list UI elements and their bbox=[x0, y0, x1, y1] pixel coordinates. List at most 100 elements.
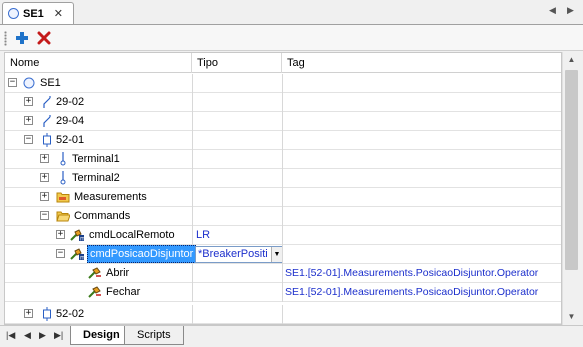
tree-row[interactable]: + Measurements bbox=[5, 188, 561, 207]
tipo-dropdown-value: *BreakerPositio bbox=[198, 248, 268, 260]
collapse-toggle[interactable]: − bbox=[24, 135, 33, 144]
tree-row[interactable]: + m cmdLocalRemoto LR bbox=[5, 226, 561, 245]
terminal-icon bbox=[56, 171, 70, 185]
tipo-cell[interactable] bbox=[192, 169, 282, 188]
previous-tab-icon[interactable]: ◀ bbox=[24, 330, 31, 341]
column-header-nome[interactable]: Nome bbox=[5, 53, 192, 73]
tag-cell[interactable] bbox=[282, 226, 561, 245]
row-name: cmdLocalRemoto bbox=[89, 229, 175, 241]
tag-cell[interactable] bbox=[282, 207, 561, 226]
row-name: Fechar bbox=[106, 286, 141, 298]
row-name: SE1 bbox=[40, 77, 61, 89]
name-cell: Abrir bbox=[5, 264, 192, 283]
plus-icon bbox=[16, 32, 28, 44]
tree-row-selected[interactable]: − m cmdPosicaoDisjuntor *BreakerPositio … bbox=[5, 245, 561, 264]
grid-header: Nome Tipo Tag bbox=[5, 53, 561, 73]
document-tab-strip: SE1 ✕ ◀ ▶ bbox=[0, 0, 583, 24]
tag-cell[interactable] bbox=[282, 169, 561, 188]
add-button[interactable] bbox=[12, 28, 32, 48]
tipo-cell[interactable] bbox=[192, 112, 282, 131]
expand-toggle[interactable]: + bbox=[24, 309, 33, 318]
breaker-icon bbox=[40, 133, 54, 147]
tab-scripts[interactable]: Scripts bbox=[124, 326, 184, 345]
tab-title: SE1 bbox=[23, 7, 44, 20]
scroll-up-icon[interactable]: ▲ bbox=[563, 52, 580, 68]
tree-row[interactable]: + 52-02 bbox=[5, 305, 561, 324]
terminal-icon bbox=[56, 152, 70, 166]
name-cell: − Commands bbox=[5, 207, 192, 226]
svg-text:m: m bbox=[80, 255, 84, 262]
expand-toggle[interactable]: + bbox=[40, 173, 49, 182]
column-header-tag[interactable]: Tag bbox=[282, 53, 561, 73]
close-tab-icon[interactable]: ✕ bbox=[54, 7, 63, 20]
first-tab-icon[interactable]: |◀ bbox=[6, 330, 15, 341]
tree-row[interactable]: + Terminal1 bbox=[5, 150, 561, 169]
scroll-tabs-right-icon[interactable]: ▶ bbox=[567, 5, 574, 16]
name-cell: + Measurements bbox=[5, 188, 192, 207]
scroll-down-icon[interactable]: ▼ bbox=[563, 309, 580, 325]
tipo-cell[interactable] bbox=[192, 283, 282, 302]
tree-row[interactable]: − Commands bbox=[5, 207, 561, 226]
tipo-cell[interactable] bbox=[192, 93, 282, 112]
name-cell: + 29-02 bbox=[5, 93, 192, 112]
tree-row[interactable]: + 29-04 bbox=[5, 112, 561, 131]
tree-row[interactable]: Fechar SE1.[52-01].Measurements.PosicaoD… bbox=[5, 283, 561, 302]
svg-text:m: m bbox=[80, 236, 84, 243]
tag-cell[interactable] bbox=[282, 112, 561, 131]
collapse-toggle[interactable]: − bbox=[56, 249, 65, 258]
column-header-tipo[interactable]: Tipo bbox=[192, 53, 282, 73]
row-name: Abrir bbox=[106, 267, 130, 279]
delete-x-icon bbox=[37, 31, 51, 45]
tipo-cell[interactable] bbox=[192, 150, 282, 169]
tag-cell[interactable] bbox=[282, 131, 561, 150]
name-cell: + Terminal2 bbox=[5, 169, 192, 188]
last-tab-icon[interactable]: ▶| bbox=[54, 330, 63, 341]
tab-se1[interactable]: SE1 ✕ bbox=[2, 2, 74, 24]
tipo-cell[interactable] bbox=[192, 207, 282, 226]
scrollbar-thumb[interactable] bbox=[565, 70, 578, 270]
row-name: Terminal2 bbox=[72, 172, 120, 184]
tag-cell[interactable]: SE1.[52-01].Measurements.PosicaoDisjunto… bbox=[282, 264, 561, 283]
expand-toggle[interactable]: + bbox=[40, 192, 49, 201]
delete-button[interactable] bbox=[34, 28, 54, 48]
expand-toggle[interactable]: + bbox=[40, 154, 49, 163]
tag-cell[interactable] bbox=[282, 188, 561, 207]
tag-cell[interactable] bbox=[282, 74, 561, 93]
tipo-dropdown[interactable]: *BreakerPositio ▼ bbox=[195, 246, 283, 263]
tipo-cell[interactable] bbox=[192, 188, 282, 207]
collapse-toggle[interactable]: − bbox=[8, 78, 17, 87]
collapse-toggle[interactable]: − bbox=[40, 211, 49, 220]
row-name: 29-02 bbox=[56, 96, 85, 108]
scroll-tabs-left-icon[interactable]: ◀ bbox=[549, 5, 556, 16]
tipo-cell[interactable] bbox=[192, 74, 282, 93]
tipo-cell[interactable] bbox=[192, 131, 282, 150]
tree-row[interactable]: − 52-01 bbox=[5, 131, 561, 150]
row-name: 29-04 bbox=[56, 115, 85, 127]
tipo-cell[interactable] bbox=[192, 305, 282, 324]
command-icon: m bbox=[70, 228, 84, 242]
tag-cell[interactable] bbox=[282, 150, 561, 169]
next-tab-icon[interactable]: ▶ bbox=[39, 330, 46, 341]
toolbar-grip[interactable] bbox=[4, 31, 7, 46]
tree-row[interactable]: + Terminal2 bbox=[5, 169, 561, 188]
tag-cell[interactable] bbox=[282, 305, 561, 324]
tipo-cell[interactable] bbox=[192, 264, 282, 283]
name-cell: − 52-01 bbox=[5, 131, 192, 150]
tree-row[interactable]: + 29-02 bbox=[5, 93, 561, 112]
tree-row[interactable]: − SE1 bbox=[5, 74, 561, 93]
tree-grid: Nome Tipo Tag − SE1 + 29-02 + 29-04 − 52… bbox=[4, 52, 562, 325]
editor-window: SE1 ✕ ◀ ▶ Nome Tipo Tag − SE1 + 29-02 + … bbox=[0, 0, 583, 347]
substation-icon bbox=[8, 8, 19, 19]
row-name: 52-02 bbox=[56, 308, 85, 320]
vertical-scrollbar[interactable]: ▲ ▼ bbox=[562, 52, 579, 325]
tag-cell[interactable] bbox=[282, 245, 561, 264]
tag-cell[interactable] bbox=[282, 93, 561, 112]
tipo-cell[interactable]: LR bbox=[192, 226, 282, 245]
expand-toggle[interactable]: + bbox=[56, 230, 65, 239]
dropdown-arrow-icon[interactable]: ▼ bbox=[271, 247, 282, 262]
tag-cell[interactable]: SE1.[52-01].Measurements.PosicaoDisjunto… bbox=[282, 283, 561, 302]
expand-toggle[interactable]: + bbox=[24, 97, 33, 106]
name-cell: − m cmdPosicaoDisjuntor bbox=[5, 245, 197, 264]
expand-toggle[interactable]: + bbox=[24, 116, 33, 125]
tree-row[interactable]: Abrir SE1.[52-01].Measurements.PosicaoDi… bbox=[5, 264, 561, 283]
